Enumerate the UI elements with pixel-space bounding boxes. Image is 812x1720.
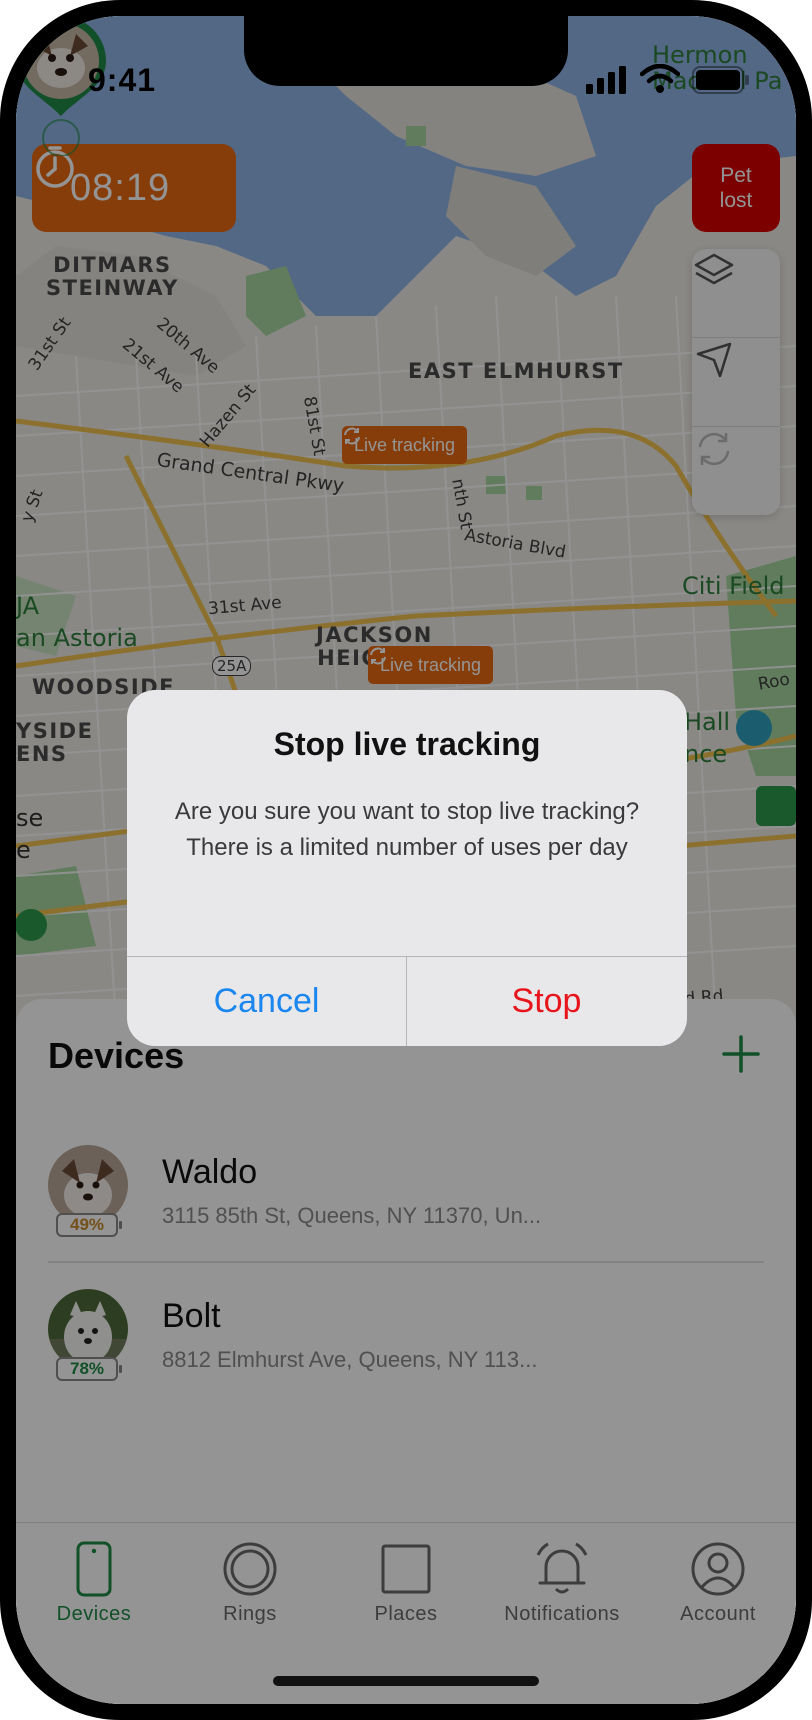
home-indicator[interactable] — [273, 1676, 539, 1686]
cancel-button[interactable]: Cancel — [127, 957, 406, 1046]
phone-frame: DITMARS STEINWAY EAST ELMHURST JACKSON H… — [0, 0, 812, 1720]
stop-button[interactable]: Stop — [407, 957, 686, 1046]
stop-tracking-alert: Stop live tracking Are you sure you want… — [127, 690, 687, 1046]
alert-message: Are you sure you want to stop live track… — [174, 798, 640, 861]
screen: DITMARS STEINWAY EAST ELMHURST JACKSON H… — [16, 16, 796, 1704]
alert-title: Stop live tracking — [273, 726, 541, 762]
